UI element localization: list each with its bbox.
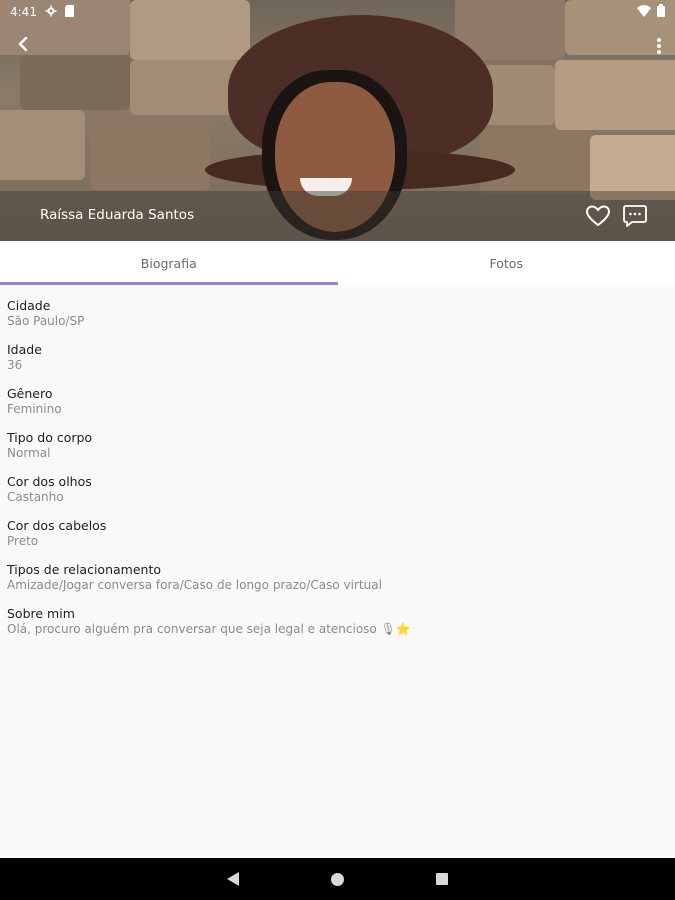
status-time: 4:41 — [10, 5, 37, 19]
bio-value: 36 — [7, 358, 23, 372]
bio-label: Idade — [7, 342, 42, 357]
chat-bubble-icon — [622, 205, 648, 233]
bio-label: Gênero — [7, 386, 53, 401]
bio-field-tipos-relacionamento: Tipos de relacionamento Amizade/Jogar co… — [7, 562, 667, 606]
bio-field-tipo-corpo: Tipo do corpo Normal — [7, 430, 667, 474]
bio-label: Tipos de relacionamento — [7, 562, 161, 577]
bio-label: Cor dos olhos — [7, 474, 92, 489]
nav-back-icon[interactable] — [227, 872, 239, 886]
settings-icon — [45, 5, 57, 20]
biography-section: Cidade São Paulo/SP Idade 36 Gênero Femi… — [7, 298, 667, 650]
nav-recents-icon[interactable] — [436, 873, 448, 885]
bio-field-genero: Gênero Feminino — [7, 386, 667, 430]
bio-value: Preto — [7, 534, 39, 548]
bio-value: Amizade/Jogar conversa fora/Caso de long… — [7, 578, 382, 592]
bio-label: Cidade — [7, 298, 51, 313]
bio-value: São Paulo/SP — [7, 314, 85, 328]
back-arrow-icon — [16, 36, 30, 56]
bio-field-idade: Idade 36 — [7, 342, 667, 386]
wifi-icon — [637, 4, 651, 20]
profile-name: Raíssa Eduarda Santos — [40, 207, 195, 223]
sim-icon — [64, 4, 74, 20]
back-button[interactable] — [10, 33, 36, 59]
bio-field-cor-olhos: Cor dos olhos Castanho — [7, 474, 667, 518]
bio-label: Sobre mim — [7, 606, 75, 621]
tab-biografia[interactable]: Biografia — [0, 241, 338, 285]
bio-value: Olá, procuro alguém pra conversar que se… — [7, 622, 411, 636]
favorite-button[interactable] — [585, 204, 611, 228]
bio-value: Castanho — [7, 490, 64, 504]
chat-button[interactable] — [622, 203, 648, 229]
more-options-button[interactable] — [651, 35, 667, 57]
more-vert-icon — [657, 38, 661, 42]
bio-value: Feminino — [7, 402, 62, 416]
status-bar: 4:41 — [0, 0, 675, 24]
tab-fotos[interactable]: Fotos — [338, 241, 675, 285]
tab-label: Biografia — [140, 255, 197, 271]
bio-field-sobre-mim: Sobre mim Olá, procuro alguém pra conver… — [7, 606, 667, 650]
bio-field-cidade: Cidade São Paulo/SP — [7, 298, 667, 342]
bio-field-cor-cabelos: Cor dos cabelos Preto — [7, 518, 667, 562]
bio-label: Tipo do corpo — [7, 430, 93, 445]
battery-icon — [657, 4, 665, 20]
tab-label: Fotos — [489, 255, 523, 271]
nav-home-icon[interactable] — [331, 872, 344, 886]
profile-tabs: Biografia Fotos — [0, 241, 675, 285]
heart-outline-icon — [585, 205, 611, 232]
system-navigation-bar — [0, 858, 675, 900]
bio-label: Cor dos cabelos — [7, 518, 107, 533]
bio-value: Normal — [7, 446, 51, 460]
